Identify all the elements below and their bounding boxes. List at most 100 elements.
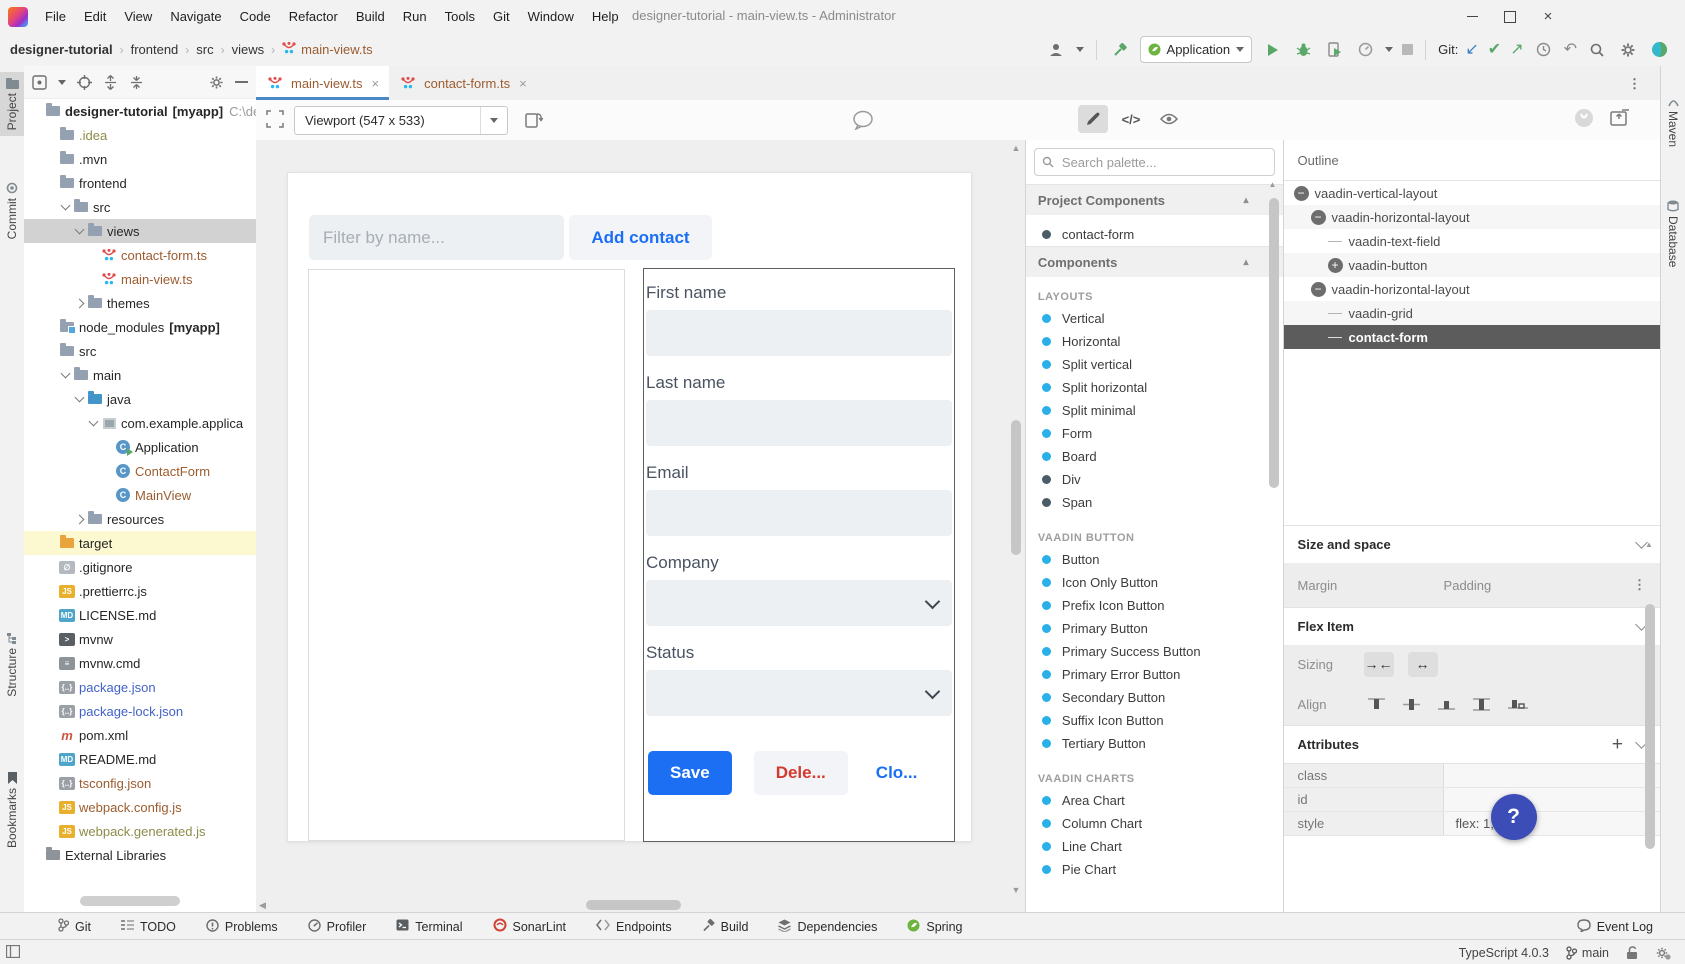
palette-item-pie-chart[interactable]: Pie Chart: [1026, 858, 1283, 881]
palette-item-suffix-icon-button[interactable]: Suffix Icon Button: [1026, 709, 1283, 732]
outline-node-vaadin-text-field-2[interactable]: vaadin-text-field: [1284, 229, 1660, 253]
attribute-row-class[interactable]: class: [1284, 764, 1660, 788]
align-center-icon[interactable]: [1403, 697, 1420, 712]
flex-item-header[interactable]: Flex Item: [1284, 607, 1660, 645]
tree-row-pom-xml[interactable]: m pom.xml: [24, 723, 256, 747]
sidebar-stripe-bookmarks[interactable]: Bookmarks: [0, 766, 24, 854]
indexing-gear-icon[interactable]: [1655, 946, 1671, 960]
collapse-icon[interactable]: ▴: [1244, 195, 1249, 206]
scroll-up-icon[interactable]: ▲: [1009, 143, 1023, 153]
tree-row-package-json[interactable]: {..} package.json: [24, 675, 256, 699]
chevron-down-icon[interactable]: [58, 205, 72, 209]
tree-row-prettierrc-js[interactable]: JS .prettierrc.js: [24, 579, 256, 603]
scroll-up-icon[interactable]: ▲: [1269, 180, 1277, 189]
add-attribute-icon[interactable]: +: [1612, 734, 1623, 756]
toolwindow-button-todo[interactable]: TODO: [121, 919, 176, 934]
expand-all-icon[interactable]: [103, 75, 118, 90]
viewport-frame-icon[interactable]: [266, 110, 284, 131]
expand-node-icon[interactable]: +: [1328, 258, 1343, 273]
palette-item-horizontal[interactable]: Horizontal: [1026, 330, 1283, 353]
tree-row-java[interactable]: java: [24, 387, 256, 411]
properties-scrollbar[interactable]: ▲: [1645, 540, 1655, 870]
palette-item-secondary-button[interactable]: Secondary Button: [1026, 686, 1283, 709]
palette-item-contact-form[interactable]: contact-form: [1026, 223, 1283, 246]
git-update-icon[interactable]: ↙: [1465, 42, 1478, 58]
rotate-viewport-icon[interactable]: [524, 109, 544, 132]
sidebar-stripe-project[interactable]: Project: [0, 72, 24, 136]
tree-row-mvn[interactable]: .mvn: [24, 147, 256, 171]
palette-item-primary-error-button[interactable]: Primary Error Button: [1026, 663, 1283, 686]
profiler-button[interactable]: [1354, 39, 1376, 61]
profile-dropdown-icon[interactable]: [1076, 47, 1084, 52]
git-branch-widget[interactable]: main: [1566, 946, 1609, 960]
palette-item-primary-success-button[interactable]: Primary Success Button: [1026, 640, 1283, 663]
design-surface[interactable]: Filter by name... Add contact Status Com…: [287, 172, 972, 842]
design-canvas[interactable]: Filter by name... Add contact Status Com…: [256, 140, 1025, 912]
maximize-button[interactable]: [1491, 0, 1529, 33]
palette-item-icon-only-button[interactable]: Icon Only Button: [1026, 571, 1283, 594]
hide-panel-icon[interactable]: [235, 80, 248, 84]
sizing-shrink-button[interactable]: →←: [1364, 652, 1394, 677]
chevron-down-icon[interactable]: [925, 594, 941, 610]
build-hammer-icon[interactable]: [1109, 39, 1131, 61]
settings-gear-icon[interactable]: [1617, 39, 1639, 61]
field-input[interactable]: [646, 310, 952, 356]
run-button[interactable]: [1261, 39, 1283, 61]
chevron-down-icon[interactable]: [58, 373, 72, 377]
palette-search[interactable]: [1034, 148, 1275, 176]
panel-settings-gear-icon[interactable]: [209, 75, 224, 90]
scroll-up-icon[interactable]: ▲: [1645, 540, 1653, 549]
git-commit-icon[interactable]: ✔: [1488, 42, 1501, 58]
canvas-vscrollbar[interactable]: ▲ ▼: [1009, 140, 1023, 912]
tree-row-license-md[interactable]: MD LICENSE.md: [24, 603, 256, 627]
tree-row-mvnw[interactable]: > mvnw: [24, 627, 256, 651]
align-start-icon[interactable]: [1368, 697, 1385, 712]
toolwindow-button-profiler[interactable]: Profiler: [308, 919, 367, 935]
tree-row-designer-tutorial[interactable]: designer-tutorial [myapp] C:\dev\: [24, 99, 256, 123]
tree-row-contactform[interactable]: C ContactForm: [24, 459, 256, 483]
outline-node-vaadin-grid-5[interactable]: vaadin-grid: [1284, 301, 1660, 325]
scroll-left-icon[interactable]: ◀: [259, 900, 266, 911]
dele-button[interactable]: Dele...: [754, 751, 848, 795]
canvas-vscroll-thumb[interactable]: [1011, 420, 1021, 555]
tree-row-resources[interactable]: resources: [24, 507, 256, 531]
menu-item-code[interactable]: Code: [231, 6, 280, 27]
palette-item-vertical[interactable]: Vertical: [1026, 307, 1283, 330]
sidebar-stripe-database[interactable]: Database: [1661, 194, 1685, 273]
toolwindow-layout-icon[interactable]: [6, 945, 20, 961]
outline-node-vaadin-horizontal-layout-4[interactable]: − vaadin-horizontal-layout: [1284, 277, 1660, 301]
tree-row-com-example-applica[interactable]: com.example.applica: [24, 411, 256, 435]
chevron-down-icon[interactable]: [86, 421, 100, 425]
tree-row-webpack-generated-js[interactable]: JS webpack.generated.js: [24, 819, 256, 843]
event-log-button[interactable]: Event Log: [1577, 919, 1653, 935]
vaadin-info-icon[interactable]: [1574, 108, 1594, 128]
toolwindow-button-build[interactable]: Build: [702, 919, 749, 935]
palette-item-primary-button[interactable]: Primary Button: [1026, 617, 1283, 640]
field-input[interactable]: [646, 490, 952, 536]
menu-item-tools[interactable]: Tools: [436, 6, 484, 27]
chevron-down-icon[interactable]: [72, 229, 86, 233]
search-everywhere-icon[interactable]: [1586, 39, 1608, 61]
tree-row-views[interactable]: views: [24, 219, 256, 243]
menu-item-run[interactable]: Run: [394, 6, 436, 27]
run-with-coverage-button[interactable]: [1323, 39, 1345, 61]
viewport-dropdown-icon[interactable]: [480, 107, 507, 134]
history-clock-icon[interactable]: [1533, 39, 1555, 61]
breadcrumb-item-views[interactable]: views: [232, 42, 265, 57]
tree-row-contact-form-ts[interactable]: contact-form.ts: [24, 243, 256, 267]
sidebar-stripe-commit[interactable]: Commit: [0, 176, 24, 245]
typescript-version[interactable]: TypeScript 4.0.3: [1459, 946, 1549, 960]
run-configuration-select[interactable]: Application: [1140, 36, 1253, 63]
palette-section-project-components[interactable]: Project Components ▴: [1026, 184, 1283, 215]
collapse-all-icon[interactable]: [129, 75, 144, 90]
contact-form-component[interactable]: Status Company Email Last name First nam…: [643, 268, 955, 842]
sidebar-stripe-maven[interactable]: Maven: [1661, 90, 1685, 153]
menu-item-file[interactable]: File: [36, 6, 75, 27]
palette-item-button[interactable]: Button: [1026, 548, 1283, 571]
field-select[interactable]: [646, 580, 952, 626]
debug-button[interactable]: [1292, 39, 1314, 61]
sidebar-stripe-structure[interactable]: Structure: [0, 626, 24, 703]
breadcrumb-item-src[interactable]: src: [196, 42, 213, 57]
collapse-node-icon[interactable]: −: [1311, 210, 1326, 225]
toolwindow-button-dependencies[interactable]: Dependencies: [778, 919, 877, 935]
